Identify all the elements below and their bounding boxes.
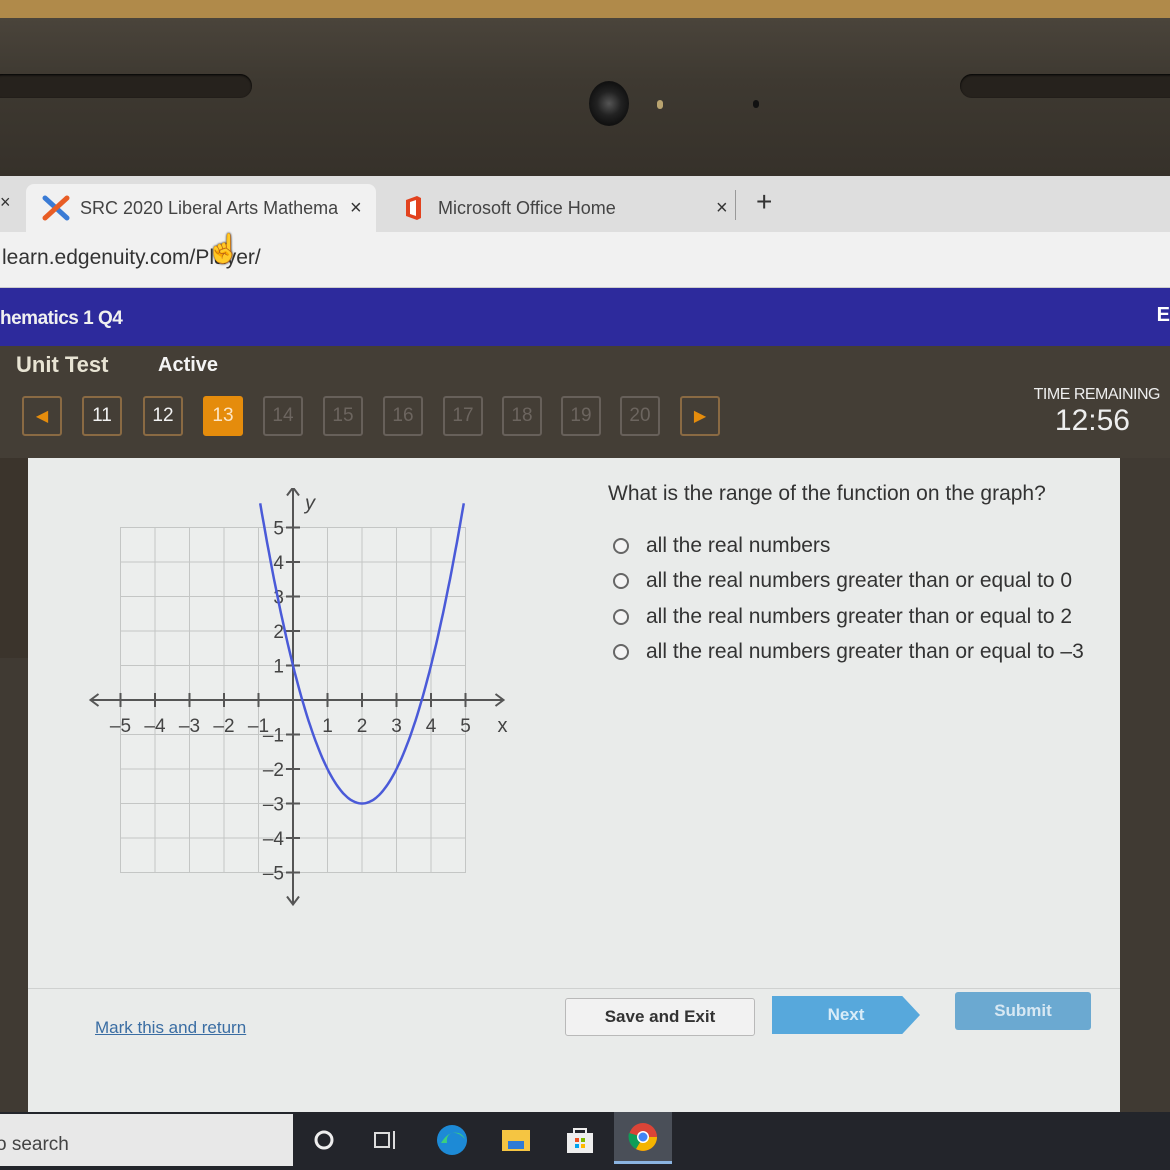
option-label[interactable]: all the real numbers	[646, 534, 830, 558]
close-tab-icon[interactable]: ×	[350, 197, 362, 220]
question-19-button[interactable]: 19	[561, 396, 601, 436]
laptop-bezel	[0, 0, 1170, 176]
x-tick-label: 1	[322, 716, 333, 737]
taskbar: o search	[0, 1112, 1170, 1170]
x-tick-label: 2	[357, 716, 368, 737]
answer-option[interactable]: all the real numbers	[613, 528, 1084, 564]
function-graph: xy –5 –4 –3 –2 –1 1 2 3 4 554321–1–2–3–4–5	[88, 488, 508, 907]
y-tick-label: –3	[263, 795, 284, 816]
x-tick-label: –5	[110, 716, 131, 737]
question-18-button[interactable]: 18	[502, 396, 542, 436]
chrome-icon[interactable]	[614, 1112, 672, 1164]
new-tab-button[interactable]: +	[756, 186, 772, 218]
y-tick-label: –1	[263, 726, 284, 747]
mark-and-return-link[interactable]: Mark this and return	[95, 1018, 246, 1038]
radio-button[interactable]	[613, 573, 629, 590]
option-label[interactable]: all the real numbers greater than or equ…	[646, 640, 1084, 664]
y-tick-label: 1	[273, 657, 284, 678]
store-icon[interactable]	[560, 1120, 600, 1160]
tab-office[interactable]: Microsoft Office Home ×	[398, 184, 728, 232]
x-axis-label: x	[498, 715, 508, 737]
file-explorer-icon[interactable]	[496, 1120, 536, 1160]
activity-name: Unit Test	[16, 352, 109, 377]
webcam-icon	[589, 81, 629, 126]
tab-title: SRC 2020 Liberal Arts Mathemat	[80, 197, 338, 218]
microphone-hole	[753, 100, 759, 108]
task-view-icon[interactable]	[366, 1120, 406, 1160]
close-tab-icon[interactable]: ×	[716, 197, 728, 220]
question-16-button[interactable]: 16	[383, 396, 423, 436]
hand-cursor-icon: ☝	[206, 233, 241, 264]
address-bar[interactable]: learn.edgenuity.com/Player/	[0, 232, 1170, 288]
y-tick-label: –2	[263, 760, 284, 781]
course-header: hematics 1 Q4 E	[0, 288, 1170, 346]
x-tick-label: –2	[213, 716, 234, 737]
question-20-button[interactable]: 20	[620, 396, 660, 436]
time-remaining-label: TIME REMAINING	[1033, 386, 1161, 403]
submit-button[interactable]: Submit	[955, 992, 1091, 1030]
tab-title: Microsoft Office Home	[438, 197, 616, 218]
next-button[interactable]: Next	[772, 996, 920, 1034]
answer-option[interactable]: all the real numbers greater than or equ…	[613, 564, 1084, 600]
question-card: xy –5 –4 –3 –2 –1 1 2 3 4 5 5 4 3 2 1 –1 –2 –3 –4 –5 What i…	[28, 458, 1120, 1116]
course-title: hematics 1 Q4	[0, 308, 123, 329]
y-tick-label: 5	[273, 519, 284, 540]
cortana-icon[interactable]	[304, 1120, 344, 1160]
question-17-button[interactable]: 17	[443, 396, 483, 436]
question-text: What is the range of the function on the…	[608, 482, 1046, 505]
close-icon[interactable]: ×	[0, 192, 11, 213]
next-question-button[interactable]: ▶	[680, 396, 720, 436]
question-14-button[interactable]: 14	[263, 396, 303, 436]
option-label[interactable]: all the real numbers greater than or equ…	[646, 569, 1072, 593]
radio-button[interactable]	[613, 644, 629, 661]
taskbar-search[interactable]: o search	[0, 1114, 293, 1166]
y-tick-label: –5	[263, 864, 284, 885]
next-arrow-icon: ▶	[693, 408, 707, 425]
option-label[interactable]: all the real numbers greater than or equ…	[646, 605, 1072, 629]
prev-arrow-icon: ◀	[35, 408, 49, 425]
question-12-button[interactable]: 12	[143, 396, 183, 436]
question-11-button[interactable]: 11	[82, 396, 122, 436]
x-tick-label: 5	[460, 716, 471, 737]
activity-status: Active	[158, 354, 219, 376]
office-icon	[406, 196, 421, 220]
header-right-text: E	[1156, 304, 1170, 326]
y-axis-label: y	[303, 493, 316, 515]
tab-edgenuity[interactable]: SRC 2020 Liberal Arts Mathemat ×	[26, 184, 376, 232]
screen: × SRC 2020 Liberal Arts Mathemat × Micro…	[0, 176, 1170, 1116]
x-tick-label: 4	[426, 716, 437, 737]
x-tick-label: –4	[144, 716, 166, 737]
x-tick-label: –3	[179, 716, 200, 737]
bezel-slot-left	[0, 74, 252, 98]
save-and-exit-button[interactable]: Save and Exit	[565, 998, 755, 1036]
answer-option[interactable]: all the real numbers greater than or equ…	[613, 599, 1084, 635]
search-placeholder[interactable]: o search	[0, 1134, 69, 1156]
x-tick-label: 3	[391, 716, 402, 737]
answer-options: all the real numbers all the real number…	[613, 528, 1084, 670]
y-tick-label: 4	[273, 553, 284, 574]
bezel-slot-right	[960, 74, 1170, 98]
prev-question-button[interactable]: ◀	[22, 396, 62, 436]
radio-button[interactable]	[613, 537, 629, 554]
photo-stage: × SRC 2020 Liberal Arts Mathemat × Micro…	[0, 0, 1170, 1170]
left-tool-panel	[0, 458, 30, 658]
time-remaining-value: 12:56	[1054, 404, 1130, 437]
question-13-button[interactable]: 13	[203, 396, 243, 436]
browser-tab-bar: × SRC 2020 Liberal Arts Mathemat × Micro…	[0, 176, 1170, 232]
y-tick-label: –4	[263, 829, 285, 850]
tab-separator	[735, 190, 736, 220]
footer-divider	[28, 988, 1120, 989]
edge-icon[interactable]	[432, 1120, 472, 1160]
answer-option[interactable]: all the real numbers greater than or equ…	[613, 635, 1084, 671]
radio-button[interactable]	[613, 608, 629, 625]
edgenuity-x-icon	[42, 195, 70, 221]
test-nav-bar: Unit Test Active ◀ 11 12 13 14 15 16 17 …	[0, 346, 1170, 458]
question-15-button[interactable]: 15	[323, 396, 363, 436]
camera-led	[657, 100, 663, 109]
